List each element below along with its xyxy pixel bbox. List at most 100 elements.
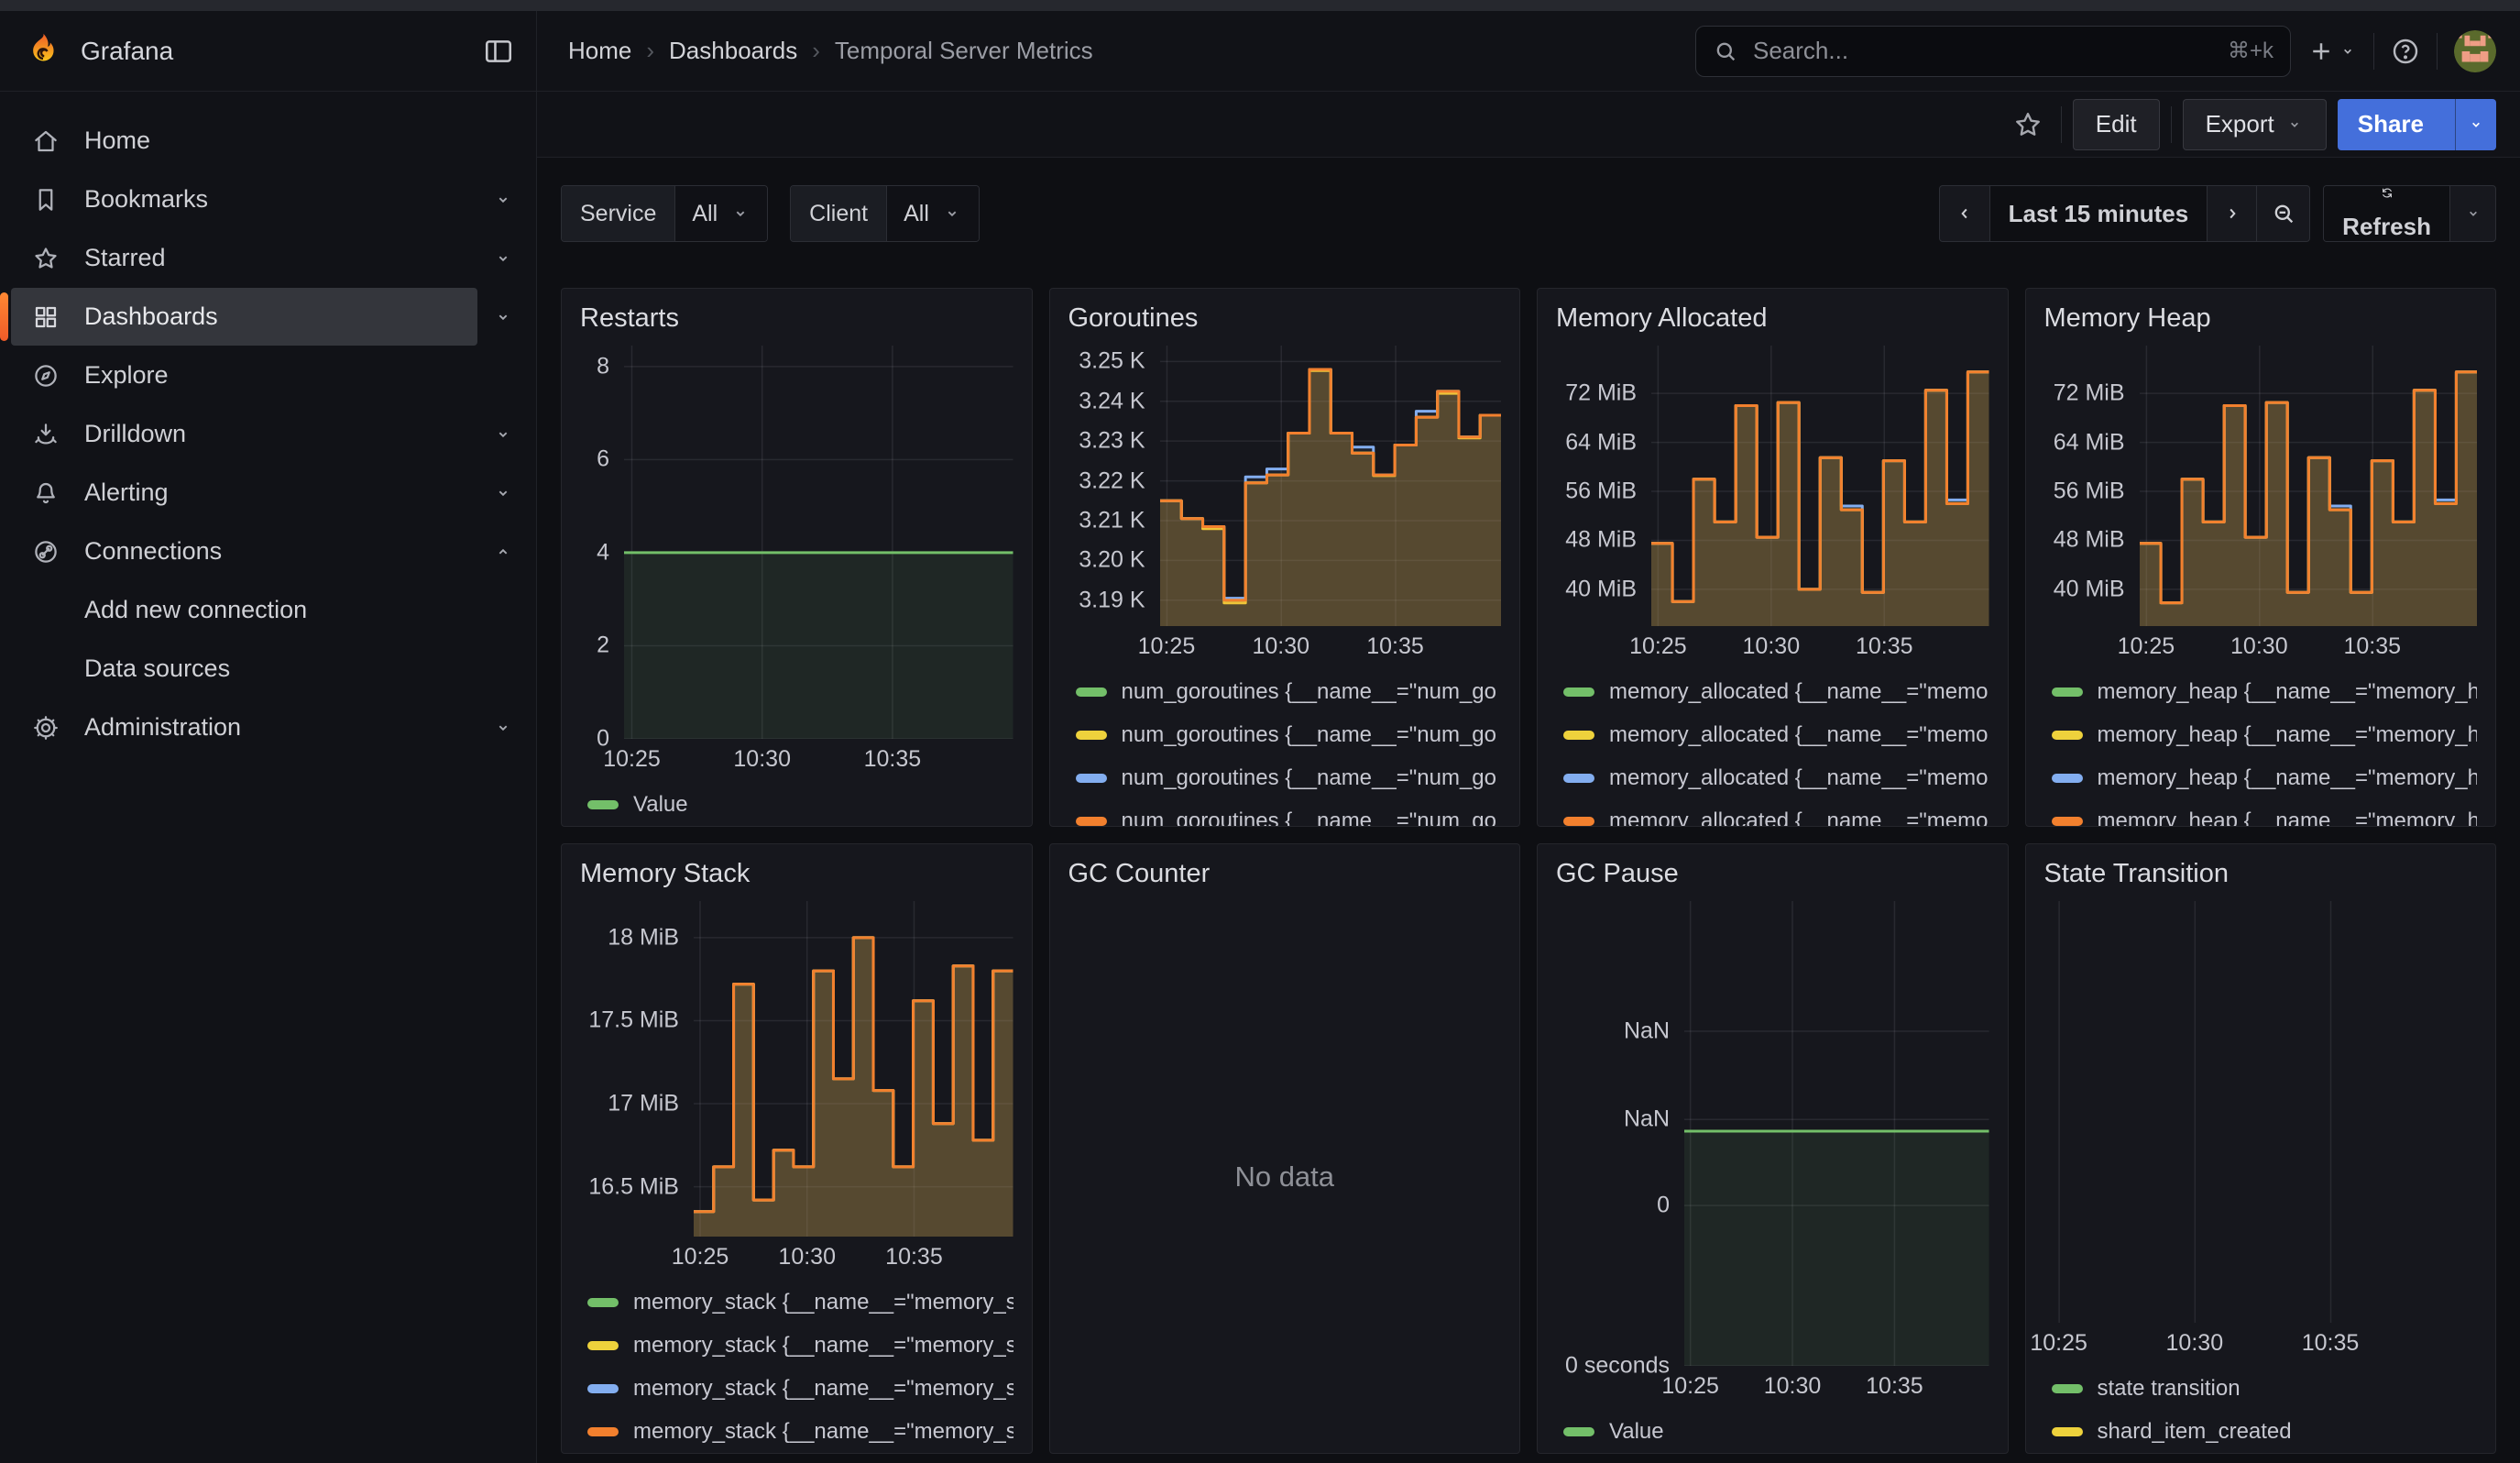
breadcrumb-item: Temporal Server Metrics [835,37,1093,65]
legend-label: num_goroutines {__name__="num_go [1122,679,1497,705]
time-range-picker[interactable]: Last 15 minutes [1989,186,2208,241]
legend-item[interactable]: num_goroutines {__name__="num_go [1076,670,1502,713]
time-forward-button[interactable] [2207,186,2256,241]
panel-title[interactable]: Memory Stack [580,859,1013,901]
sidebar-item-label: Starred [84,244,166,272]
legend-item[interactable]: num_goroutines {__name__="num_go [1076,756,1502,799]
y-tick-label: 72 MiB [2054,380,2125,407]
chevron-down-icon[interactable] [477,483,529,503]
panel-title[interactable]: GC Pause [1556,859,1989,901]
legend-item[interactable]: memory_allocated {__name__="memo [1563,670,1989,713]
panel-title[interactable]: State Transition [2044,859,2478,901]
y-tick-label: 56 MiB [2054,478,2125,505]
search-input[interactable] [1751,36,2215,66]
sidebar-item-drilldown[interactable]: Drilldown [11,405,477,463]
legend-item[interactable]: memory_stack {__name__="memory_s [587,1324,1013,1367]
legend-item[interactable]: num_goroutines {__name__="num_go [1076,799,1502,826]
avatar[interactable] [2454,30,2496,72]
legend-item[interactable]: memory_stack {__name__="memory_s [587,1281,1013,1324]
legend-item[interactable]: memory_heap {__name__="memory_h [2052,756,2478,799]
x-tick-label: 10:30 [733,746,791,773]
drilldown-icon [26,421,66,448]
legend-label: Value [1609,1419,1664,1445]
chevron-down-icon[interactable] [477,424,529,445]
sidebar-item-dashboards[interactable]: Dashboards [11,288,477,346]
panel-title[interactable]: Memory Allocated [1556,303,1989,346]
search-box[interactable]: ⌘+k [1695,26,2291,77]
legend-item[interactable]: memory_heap {__name__="memory_h [2052,713,2478,756]
sidebar-item-label: Dashboards [84,302,218,331]
edit-button[interactable]: Edit [2073,99,2160,150]
sidebar: Home Bookmarks Starred Dashboards ExploreDri… [0,92,537,1463]
zoom-out-button[interactable] [2256,186,2309,241]
legend-label: memory_heap {__name__="memory_h [2098,765,2478,791]
chevron-down-icon[interactable] [477,248,529,269]
controls-row: Service All Client All Last 15 minutes [561,185,2496,242]
plot-area[interactable] [694,901,1013,1237]
y-axis: NaNNaN00 seconds [1556,901,1684,1366]
gear-icon [26,714,66,742]
time-back-button[interactable] [1940,186,1989,241]
legend-label: memory_stack {__name__="memory_s [633,1376,1013,1402]
grafana-logo-icon[interactable] [24,32,62,71]
legend-item[interactable]: shard_item_created [2052,1410,2478,1453]
favorite-star-icon[interactable] [2006,110,2050,139]
chevron-down-icon [942,204,962,224]
legend-item[interactable]: memory_allocated {__name__="memo [1563,756,1989,799]
legend-item[interactable]: num_goroutines {__name__="num_go [1076,713,1502,756]
sidebar-toggle-icon[interactable] [483,36,514,67]
plot-area[interactable] [2140,346,2478,626]
legend-item[interactable]: state transition [2052,1367,2478,1410]
chevron-up-icon[interactable] [477,542,529,562]
breadcrumb-item[interactable]: Home [568,37,631,65]
chevron-down-icon[interactable] [477,190,529,210]
sidebar-item-starred[interactable]: Starred [11,229,477,287]
sidebar-item-label: Home [84,126,150,155]
legend-item[interactable]: memory_heap {__name__="memory_h [2052,670,2478,713]
sidebar-item-alerting[interactable]: Alerting [11,464,477,522]
plot-area[interactable] [1684,901,1989,1366]
panel-title[interactable]: Restarts [580,303,1013,346]
panel-title[interactable]: Goroutines [1068,303,1502,346]
divider [2061,106,2062,143]
refresh-button[interactable]: Refresh [2324,186,2449,241]
legend-label: memory_heap {__name__="memory_h [2098,679,2478,705]
sidebar-item-home[interactable]: Home [11,112,529,170]
chevron-down-icon[interactable] [477,718,529,738]
legend-item[interactable]: memory_stack {__name__="memory_s [587,1410,1013,1453]
legend-item[interactable]: memory_allocated {__name__="memo [1563,799,1989,826]
chevron-down-icon[interactable] [477,307,529,327]
add-new-button[interactable] [2307,38,2357,65]
legend-item[interactable]: Value [587,783,1013,826]
panel-title[interactable]: GC Counter [1068,859,1502,901]
help-button[interactable] [2391,37,2420,66]
plot-area[interactable] [2046,901,2478,1323]
legend-color-chip [587,1384,619,1393]
export-button[interactable]: Export [2183,99,2327,150]
refresh-interval-dropdown[interactable] [2449,186,2495,241]
panel-legend: memory_stack {__name__="memory_s memory_… [580,1281,1013,1453]
plot-area[interactable] [1160,346,1502,626]
legend-item[interactable]: memory_allocated {__name__="memo [1563,713,1989,756]
grid-icon [26,303,66,331]
legend-item[interactable]: memory_stack {__name__="memory_s [587,1367,1013,1410]
sidebar-item-data-sources[interactable]: Data sources [11,640,529,698]
legend-item[interactable]: memory_heap {__name__="memory_h [2052,799,2478,826]
plot-area[interactable] [1651,346,1989,626]
breadcrumb-item[interactable]: Dashboards [669,37,797,65]
sidebar-item-administration[interactable]: Administration [11,698,477,756]
sidebar-row: Connections [0,522,536,580]
share-button[interactable]: Share [2338,99,2496,150]
panel-title[interactable]: Memory Heap [2044,303,2478,346]
plot-area[interactable] [624,346,1013,739]
share-dropdown-button[interactable] [2455,99,2496,150]
filter-value-dropdown[interactable]: All [886,186,979,241]
time-picker-group: Last 15 minutes [1939,185,2311,242]
legend-item[interactable]: Value [1563,1410,1989,1453]
sidebar-item-explore[interactable]: Explore [11,346,529,404]
legend-label: num_goroutines {__name__="num_go [1122,808,1497,827]
sidebar-item-add-new-connection[interactable]: Add new connection [11,581,529,639]
sidebar-item-connections[interactable]: Connections [11,522,477,580]
filter-value-dropdown[interactable]: All [674,186,767,241]
sidebar-item-bookmarks[interactable]: Bookmarks [11,170,477,228]
